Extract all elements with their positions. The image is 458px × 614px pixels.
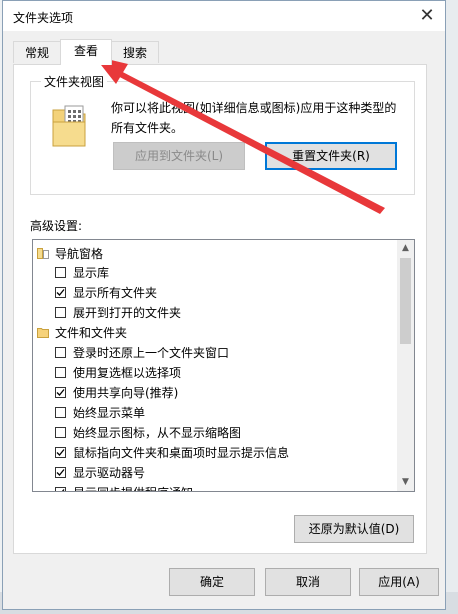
reset-folders-button[interactable]: 重置文件夹(R) (265, 142, 397, 170)
tree-item-label: 使用复选框以选择项 (73, 366, 182, 380)
checkbox-restore-previous-windows[interactable] (55, 347, 66, 358)
folder-view-icon (52, 105, 86, 147)
restore-defaults-button[interactable]: 还原为默认值(D) (294, 515, 414, 543)
dialog-title: 文件夹选项 (13, 11, 74, 25)
folder-views-description: 你可以将此视图(如详细信息或图标)应用于这种类型的所有文件夹。 (111, 101, 397, 135)
scrollbar-thumb[interactable] (400, 258, 411, 344)
ok-button[interactable]: 确定 (169, 568, 255, 596)
checkbox-show-popup-info[interactable] (55, 447, 66, 458)
tree-item-label: 鼠标指向文件夹和桌面项时显示提示信息 (73, 446, 290, 460)
tree-item-label: 显示同步提供程序通知 (73, 483, 193, 491)
scroll-down-arrow-icon[interactable]: ▼ (397, 474, 414, 491)
tree-item-label: 登录时还原上一个文件夹窗口 (73, 346, 230, 360)
apply-to-folders-button[interactable]: 应用到文件夹(L) (113, 142, 245, 170)
folder-options-dialog: 文件夹选项 ✕ 常规 查看 搜索 文件夹视图 你可以将此视图(如详细信息或图标)… (2, 0, 446, 610)
close-button[interactable]: ✕ (409, 1, 445, 31)
tree-group-label: 导航窗格 (55, 247, 104, 261)
tab-view[interactable]: 查看 (60, 39, 112, 65)
tree-group-label: 文件和文件夹 (55, 326, 128, 340)
advanced-settings-tree[interactable]: 导航窗格 显示库 显示所有文件夹 展开到打开的文件夹 文件和文件夹 登录时还原上… (32, 239, 415, 492)
view-tab-panel: 文件夹视图 你可以将此视图(如详细信息或图标)应用于这种类型的所有文件夹。 应用… (13, 64, 427, 554)
background-window-right (446, 0, 458, 614)
tree-item-label: 使用共享向导(推荐) (73, 386, 179, 400)
tree-item-label: 显示驱动器号 (73, 466, 146, 480)
tree-scrollbar[interactable]: ▲ ▼ (397, 240, 414, 491)
tree-item-label: 始终显示图标，从不显示缩略图 (73, 426, 242, 440)
tree-item-label: 显示库 (73, 266, 110, 280)
tree-item-label: 显示所有文件夹 (73, 286, 158, 300)
checkbox-show-libraries[interactable] (55, 267, 66, 278)
folder-views-legend: 文件夹视图 (41, 73, 108, 90)
tab-search[interactable]: 搜索 (111, 41, 159, 63)
checkbox-always-show-menus[interactable] (55, 407, 66, 418)
checkbox-show-all-folders[interactable] (55, 287, 66, 298)
tree-item-label: 展开到打开的文件夹 (73, 306, 182, 320)
checkbox-use-check-boxes[interactable] (55, 367, 66, 378)
folder-icon (37, 328, 49, 338)
checkbox-sharing-wizard[interactable] (55, 387, 66, 398)
apply-button[interactable]: 应用(A) (359, 568, 439, 596)
checkbox-show-drive-letters[interactable] (55, 467, 66, 478)
advanced-settings-label: 高级设置: (30, 219, 83, 233)
folder-views-group: 文件夹视图 你可以将此视图(如详细信息或图标)应用于这种类型的所有文件夹。 应用… (30, 73, 415, 195)
navigation-pane-icon (37, 248, 49, 259)
scroll-up-arrow-icon[interactable]: ▲ (397, 240, 414, 257)
checkbox-sync-provider-notifications[interactable] (55, 487, 66, 491)
cancel-button[interactable]: 取消 (265, 568, 351, 596)
checkbox-expand-to-open-folder[interactable] (55, 307, 66, 318)
tree-item-label: 始终显示菜单 (73, 406, 146, 420)
checkbox-always-show-icons[interactable] (55, 427, 66, 438)
title-bar: 文件夹选项 ✕ (3, 1, 445, 31)
tab-general[interactable]: 常规 (13, 41, 61, 63)
